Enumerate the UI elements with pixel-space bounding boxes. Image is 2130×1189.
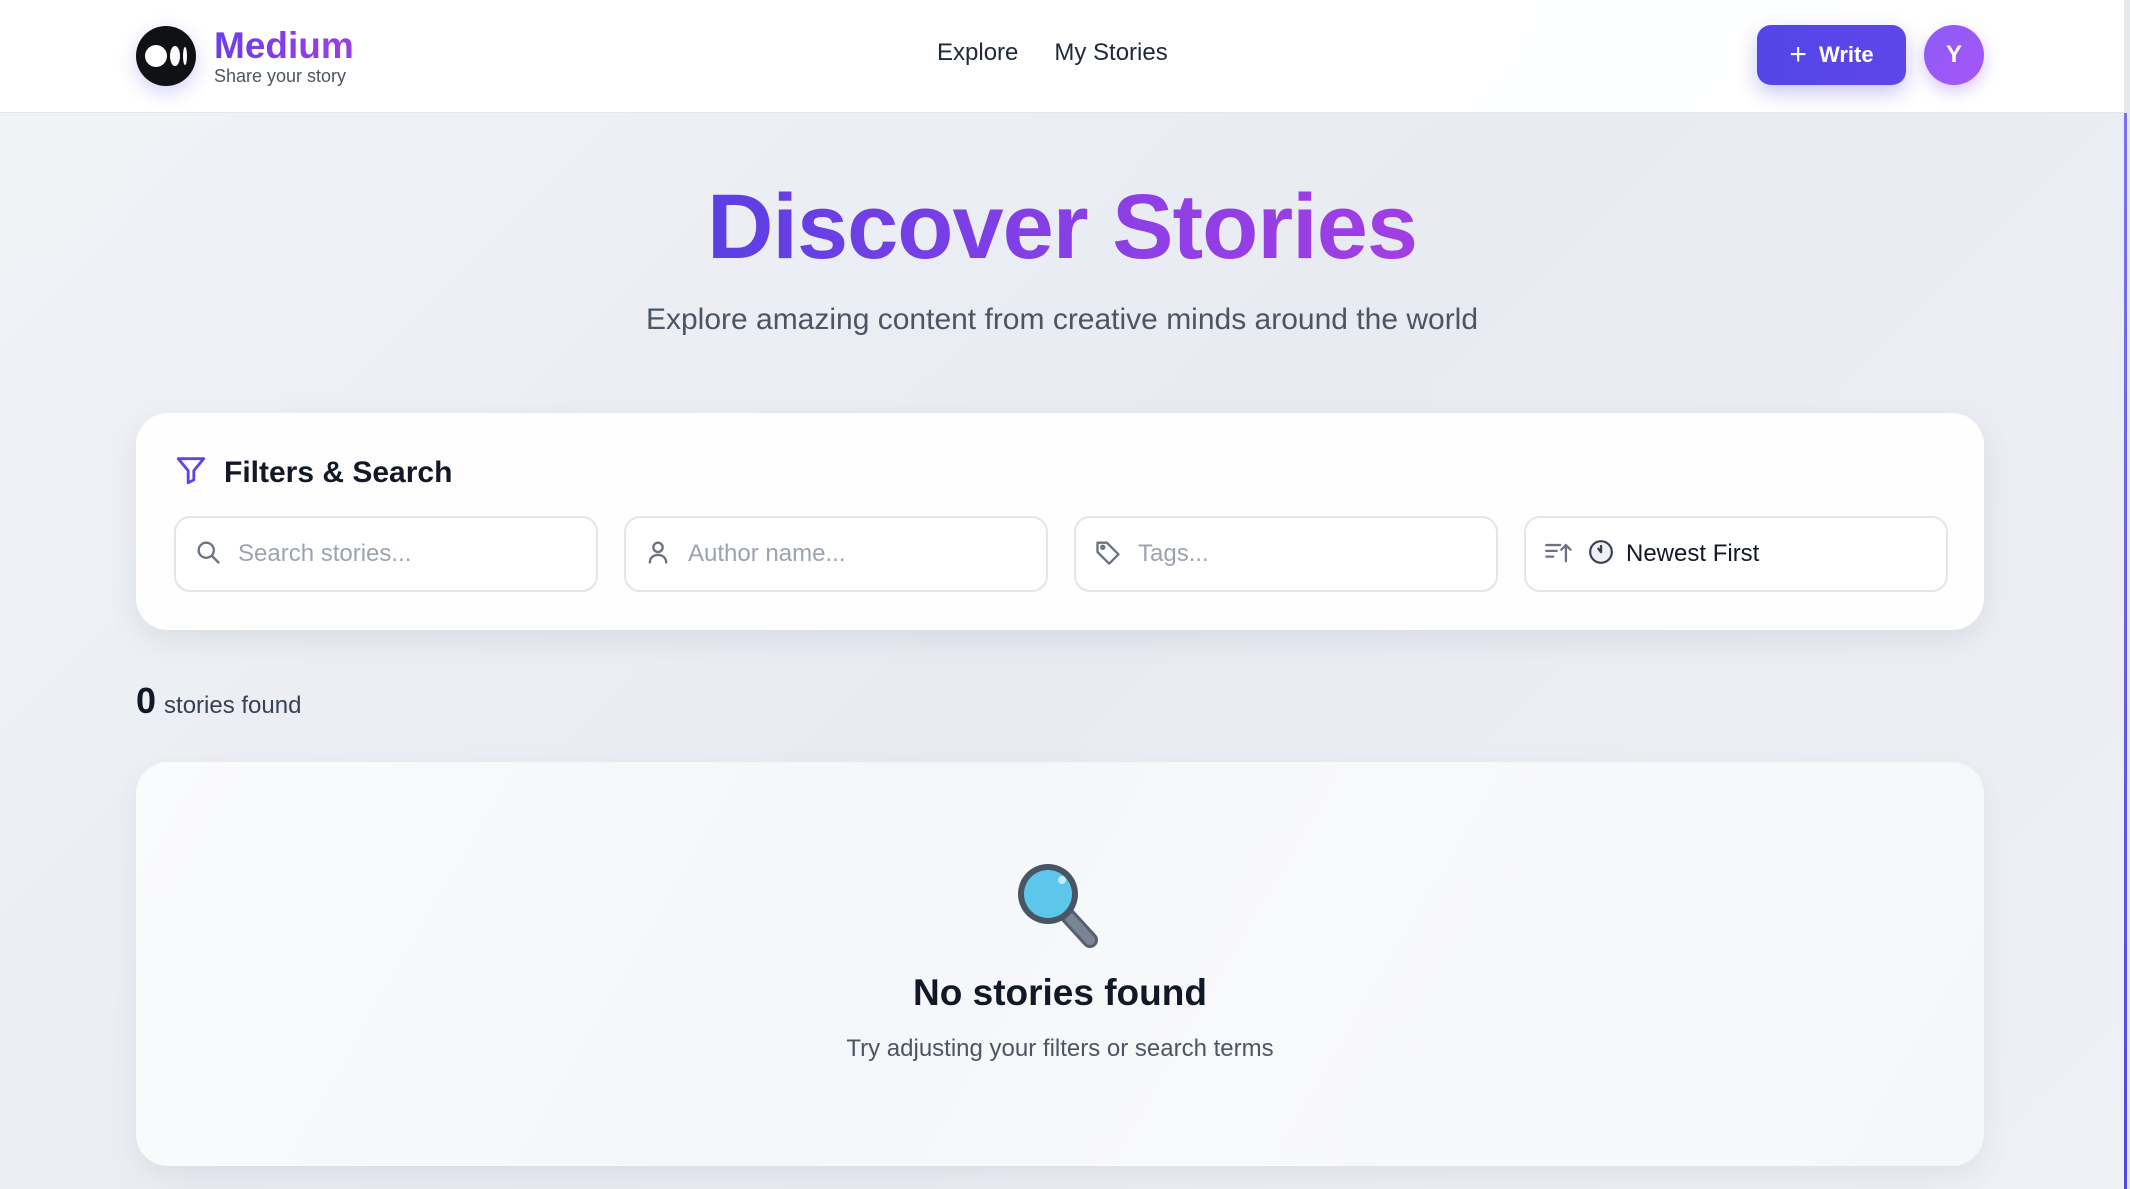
medium-logo-icon xyxy=(136,26,196,86)
search-input[interactable] xyxy=(238,540,558,568)
user-avatar[interactable]: Y xyxy=(1924,25,1984,85)
tag-icon xyxy=(1094,538,1122,571)
tags-field[interactable] xyxy=(1074,516,1498,592)
empty-state-title: No stories found xyxy=(913,972,1207,1013)
results-count-label: stories found xyxy=(164,692,302,719)
hero-title-text: Discover Stories xyxy=(706,176,1418,278)
results-count: 0 stories found xyxy=(136,680,301,722)
author-field[interactable] xyxy=(624,516,1048,592)
results-count-number: 0 xyxy=(136,680,157,721)
hero-subtitle: Explore amazing content from creative mi… xyxy=(645,303,1479,336)
filters-header: Filters & Search xyxy=(174,453,452,492)
search-icon xyxy=(194,538,222,571)
page-scroll-edge xyxy=(2124,0,2130,1189)
nav-my-stories-link[interactable]: My Stories xyxy=(1054,38,1167,68)
hero-title: Discover Stories xyxy=(0,172,2124,282)
filters-title: Filters & Search xyxy=(224,455,453,489)
brand-name: Medium xyxy=(214,25,354,66)
filter-icon xyxy=(174,453,208,492)
sort-select[interactable]: Newest First xyxy=(1524,516,1948,592)
magnifying-glass-icon xyxy=(1012,858,1108,954)
sort-icon xyxy=(1544,538,1574,571)
write-button[interactable]: + Write xyxy=(1757,25,1906,85)
user-icon xyxy=(644,538,672,571)
filters-panel: Filters & Search Search stories... Autho… xyxy=(136,413,1984,630)
sort-selected-value: Newest First xyxy=(1626,540,1760,567)
write-button-label: Write xyxy=(1818,42,1874,67)
top-navbar: Medium Share your story Explore My Stori… xyxy=(0,0,2124,113)
tags-input[interactable] xyxy=(1138,540,1458,568)
brand[interactable]: Medium Share your story xyxy=(136,26,354,86)
empty-state-card: No stories found Try adjusting your filt… xyxy=(136,762,1984,1166)
author-input[interactable] xyxy=(688,540,1008,568)
main-nav: Explore My Stories xyxy=(937,38,1168,68)
clock-icon xyxy=(1588,539,1614,570)
brand-text: Medium Share your story xyxy=(214,25,354,87)
plus-icon: + xyxy=(1789,38,1807,71)
search-field[interactable] xyxy=(174,516,598,592)
nav-explore-link[interactable]: Explore xyxy=(937,38,1018,68)
brand-tagline: Share your story xyxy=(214,66,347,86)
empty-state-message: Try adjusting your filters or search ter… xyxy=(846,1035,1274,1062)
